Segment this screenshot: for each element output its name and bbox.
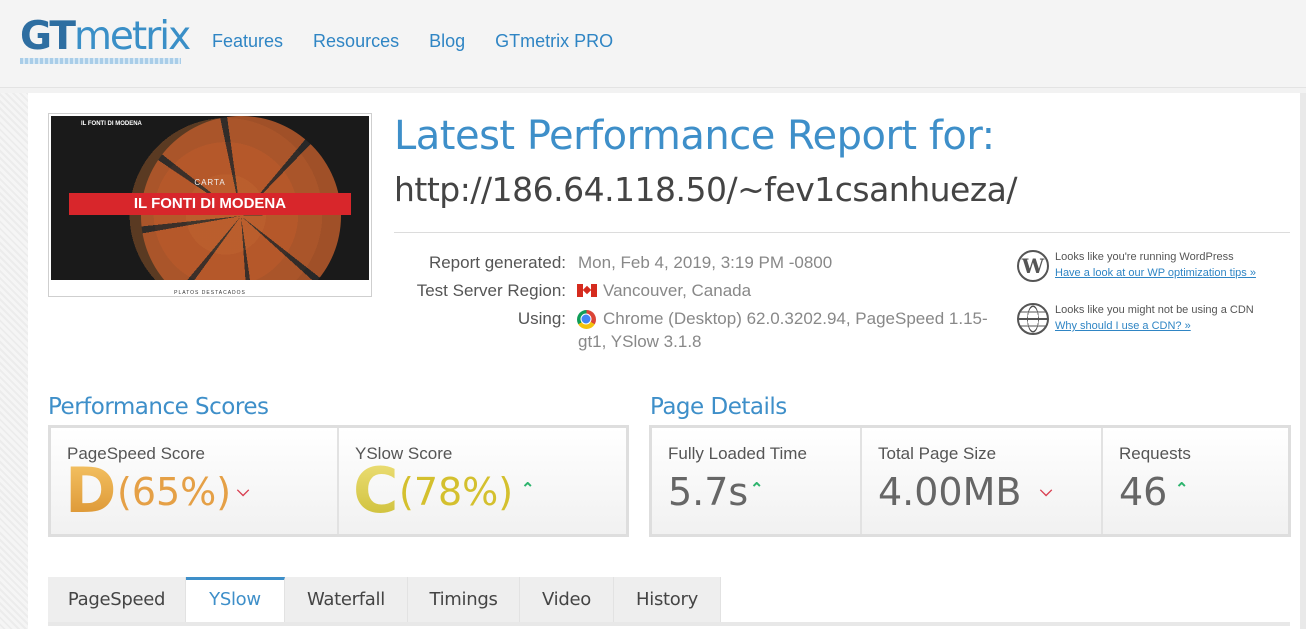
thumbnail-site-logo: IL FONTI DI MODENA [81, 121, 142, 127]
fully-loaded-time-card[interactable]: Fully Loaded Time 5.7s ⌃ [652, 428, 862, 534]
trend-up-icon: ⌃ [750, 481, 764, 498]
report-generated-value: Mon, Feb 4, 2019, 3:19 PM -0800 [578, 253, 833, 272]
yslow-percent: (78%) [399, 470, 514, 514]
trend-up-icon: ⌃ [521, 481, 535, 498]
server-region-value: Vancouver, Canada [603, 281, 752, 300]
performance-scores-panel: PageSpeed Score D (65%) ⌵ YSlow Score C … [48, 425, 629, 537]
page-details-heading: Page Details [650, 394, 787, 420]
yslow-score-card[interactable]: YSlow Score C (78%) ⌃ [339, 428, 626, 534]
tab-waterfall[interactable]: Waterfall [285, 577, 408, 623]
requests-label: Requests [1119, 444, 1191, 463]
logo-metrix: metrix [73, 14, 191, 59]
globe-icon [1017, 303, 1049, 335]
nav-features[interactable]: Features [212, 31, 283, 52]
logo-underline [20, 58, 181, 64]
nav-gtmetrix-pro[interactable]: GTmetrix PRO [495, 31, 613, 52]
pagespeed-score-card[interactable]: PageSpeed Score D (65%) ⌵ [51, 428, 339, 534]
trend-up-icon: ⌃ [1175, 481, 1189, 498]
using-label: Using: [517, 309, 566, 328]
performance-scores-heading: Performance Scores [48, 394, 269, 420]
pagespeed-percent: (65%) [117, 470, 232, 514]
left-background-strip [0, 93, 28, 629]
trend-down-icon: ⌵ [1040, 483, 1053, 500]
tab-timings[interactable]: Timings [408, 577, 520, 623]
gtmetrix-logo[interactable]: GTmetrix [20, 14, 191, 60]
tabs-underline [48, 622, 1290, 626]
tab-yslow[interactable]: YSlow [186, 577, 285, 623]
report-generated-label: Report generated: [428, 253, 566, 272]
logo-gt: GT [20, 14, 76, 59]
thumbnail-image: IL FONTI DI MODENA CARTA IL FONTI DI MOD… [51, 116, 369, 280]
tab-history[interactable]: History [614, 577, 721, 623]
total-page-size-card[interactable]: Total Page Size 4.00MB ⌵ [862, 428, 1103, 534]
cdn-info-link[interactable]: Why should I use a CDN? » [1055, 320, 1191, 332]
top-navigation-bar: GTmetrix Features Resources Blog GTmetri… [0, 0, 1306, 88]
total-page-size-value: 4.00MB [878, 470, 1022, 514]
tab-pagespeed[interactable]: PageSpeed [48, 577, 186, 623]
chrome-icon [577, 310, 596, 329]
requests-card[interactable]: Requests 46 ⌃ [1103, 428, 1288, 534]
using-value-line1: Chrome (Desktop) 62.0.3202.94, PageSpeed… [603, 309, 988, 328]
canada-flag-icon [577, 284, 597, 297]
thumbnail-banner: IL FONTI DI MODENA [69, 193, 351, 215]
cdn-notice-text: Looks like you might not be using a CDN [1055, 304, 1254, 316]
total-page-size-label: Total Page Size [878, 444, 997, 463]
right-scroll-strip [1300, 93, 1306, 629]
wordpress-icon: W [1017, 250, 1049, 282]
using-value-line2: gt1, YSlow 3.1.8 [578, 332, 702, 351]
tab-video[interactable]: Video [520, 577, 614, 623]
report-tabs: PageSpeed YSlow Waterfall Timings Video … [48, 577, 721, 623]
fully-loaded-time-label: Fully Loaded Time [668, 444, 807, 463]
site-screenshot-thumbnail[interactable]: IL FONTI DI MODENA CARTA IL FONTI DI MOD… [48, 113, 372, 297]
nav-blog[interactable]: Blog [429, 31, 465, 52]
page-details-panel: Fully Loaded Time 5.7s ⌃ Total Page Size… [649, 425, 1291, 537]
trend-down-icon: ⌵ [237, 483, 250, 500]
pagespeed-grade: D [65, 454, 117, 527]
yslow-grade: C [353, 454, 399, 527]
server-region-label: Test Server Region: [416, 281, 566, 300]
requests-value: 46 [1119, 470, 1168, 514]
report-url: http://186.64.118.50/~fev1csanhueza/ [394, 170, 1018, 209]
wordpress-notice-text: Looks like you're running WordPress [1055, 251, 1234, 263]
title-divider [394, 232, 1290, 233]
nav-resources[interactable]: Resources [313, 31, 399, 52]
report-title: Latest Performance Report for: [394, 113, 995, 159]
thumbnail-footer: PLATOS DESTACADOS [174, 290, 246, 296]
main-nav: Features Resources Blog GTmetrix PRO [212, 31, 613, 52]
wordpress-tips-link[interactable]: Have a look at our WP optimization tips … [1055, 267, 1256, 279]
thumbnail-subtitle: CARTA [194, 178, 226, 187]
fully-loaded-time-value: 5.7s [668, 470, 749, 514]
